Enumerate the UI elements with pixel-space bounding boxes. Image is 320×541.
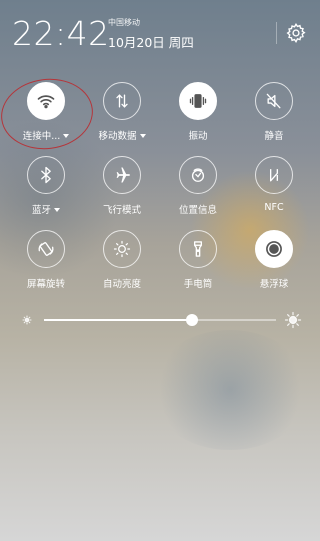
- tile-label: NFC: [264, 202, 284, 213]
- airplane-icon: [103, 156, 141, 194]
- bluetooth-icon: [27, 156, 65, 194]
- auto-brightness-icon: [103, 230, 141, 268]
- clock-time: 22:42: [12, 14, 110, 53]
- brightness-high-icon: [283, 310, 303, 330]
- tile-mobile-data[interactable]: 移动数据: [84, 82, 160, 150]
- tile-label: 移动数据: [98, 131, 137, 142]
- settings-gear-icon[interactable]: [285, 22, 307, 44]
- brightness-slider[interactable]: [44, 314, 276, 326]
- vibrate-icon: [179, 82, 217, 120]
- tile-screen-rotation[interactable]: 屏幕旋转: [8, 230, 84, 298]
- tile-label: 飞行模式: [102, 205, 141, 216]
- tile-label: 屏幕旋转: [26, 279, 65, 290]
- tile-flashlight[interactable]: 手电筒: [160, 230, 236, 298]
- brightness-slider-thumb[interactable]: [186, 314, 199, 326]
- brightness-slider-fill: [44, 319, 193, 321]
- tile-airplane[interactable]: 飞行模式: [84, 156, 160, 224]
- chevron-down-icon[interactable]: [54, 208, 60, 212]
- mute-icon: [255, 82, 293, 120]
- tile-mute[interactable]: 静音: [236, 82, 312, 150]
- tile-location[interactable]: 位置信息: [160, 156, 236, 224]
- tile-label: 位置信息: [178, 205, 217, 216]
- chevron-down-icon[interactable]: [139, 134, 146, 138]
- tile-label: 静音: [264, 131, 284, 142]
- header-divider: [276, 22, 277, 44]
- date-text: 10月20日 周四: [108, 35, 194, 50]
- tile-label: 振动: [188, 131, 208, 142]
- tile-auto-brightness[interactable]: 自动亮度: [84, 230, 160, 298]
- tile-label: 悬浮球: [259, 279, 289, 290]
- mobile-data-icon: [103, 82, 141, 120]
- tile-floating-ball[interactable]: 悬浮球: [236, 230, 312, 298]
- tile-label: 自动亮度: [102, 279, 141, 290]
- tile-label: 蓝牙: [31, 205, 51, 216]
- tile-label: 手电筒: [183, 279, 213, 290]
- floating-ball-icon: [255, 230, 293, 268]
- tile-bluetooth[interactable]: 蓝牙: [8, 156, 84, 224]
- nfc-icon: [255, 156, 293, 194]
- carrier-name: 中国移动: [108, 18, 140, 27]
- location-icon: [179, 156, 217, 194]
- tile-nfc[interactable]: NFC: [236, 156, 312, 224]
- tile-vibrate[interactable]: 振动: [160, 82, 236, 150]
- brightness-low-icon: [19, 312, 35, 328]
- flashlight-icon: [179, 230, 217, 268]
- rotate-icon: [27, 230, 65, 268]
